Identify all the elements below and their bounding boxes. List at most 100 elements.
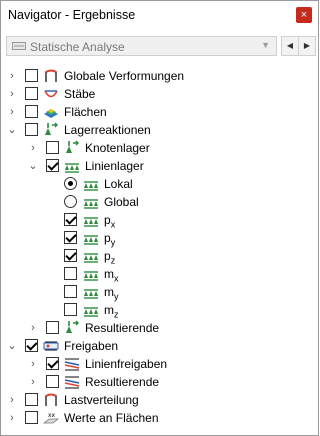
lokal-label: Lokal (104, 177, 133, 191)
expand-chevron-icon[interactable]: › (7, 70, 17, 82)
my-checkbox[interactable] (64, 285, 77, 298)
navigator-window: Navigator - Ergebnisse × Statische Analy… (0, 0, 319, 436)
tree-item-lokal: Lokal (1, 175, 320, 193)
global-radio[interactable] (64, 195, 77, 208)
deformation-icon (45, 69, 57, 82)
tree-item-pz: pz (1, 247, 320, 265)
tree-item-werte-an-flaechen: › xx Werte an Flächen (1, 409, 320, 427)
mx-label: mx (104, 267, 119, 284)
globale-verformungen-label: Globale Verformungen (64, 69, 185, 83)
expand-chevron-icon[interactable]: › (28, 358, 38, 370)
tree-item-lagerreaktionen: ⌄ Lagerreaktionen (1, 121, 320, 139)
line-support-icon (84, 253, 98, 263)
globale-verformungen-checkbox[interactable] (25, 69, 38, 82)
tree-item-resultierende-lager: › Resultierende (1, 319, 320, 337)
lagerreaktionen-label: Lagerreaktionen (64, 123, 151, 137)
expand-chevron-icon[interactable]: › (7, 412, 17, 424)
px-checkbox[interactable] (64, 213, 77, 226)
resultant-release-icon (64, 376, 80, 389)
line-support-icon (84, 307, 98, 317)
next-button[interactable]: ▶ (298, 36, 316, 56)
freigaben-checkbox[interactable] (25, 339, 38, 352)
load-distribution-icon (45, 393, 57, 406)
svg-text:xx: xx (48, 412, 56, 419)
knotenlager-label: Knotenlager (85, 141, 150, 155)
expand-chevron-icon[interactable]: › (28, 322, 38, 334)
tree-item-freigaben: ⌄ Freigaben (1, 337, 320, 355)
release-icon (43, 341, 59, 351)
analysis-type-dropdown[interactable]: Statische Analyse ▼ (6, 36, 277, 56)
resultierende-lager-checkbox[interactable] (46, 321, 59, 334)
tree-item-staebe: › Stäbe (1, 85, 320, 103)
werte-an-flaechen-checkbox[interactable] (25, 411, 38, 424)
tree-item-resultierende-freigaben: › Resultierende (1, 373, 320, 391)
tree-item-px: px (1, 211, 320, 229)
linienfreigaben-checkbox[interactable] (46, 357, 59, 370)
mz-checkbox[interactable] (64, 303, 77, 316)
tree-item-linienfreigaben: › Linienfreigaben (1, 355, 320, 373)
tree-item-global: Global (1, 193, 320, 211)
expand-chevron-icon[interactable]: › (7, 394, 17, 406)
expand-chevron-icon[interactable]: › (7, 106, 17, 118)
collapse-chevron-icon[interactable]: ⌄ (7, 124, 17, 136)
support-reaction-icon (45, 122, 58, 135)
tree-item-py: py (1, 229, 320, 247)
line-support-icon (84, 271, 98, 281)
nodal-support-icon (66, 140, 79, 153)
window-title: Navigator - Ergebnisse (8, 8, 136, 22)
member-icon (44, 90, 58, 98)
expand-chevron-icon[interactable]: › (28, 376, 38, 388)
linienlager-label: Linienlager (85, 159, 144, 173)
expand-chevron-icon[interactable]: › (7, 88, 17, 100)
expand-chevron-icon[interactable]: › (28, 142, 38, 154)
lastverteilung-label: Lastverteilung (64, 393, 139, 407)
werte-an-flaechen-label: Werte an Flächen (64, 411, 159, 425)
linienfreigaben-label: Linienfreigaben (85, 357, 168, 371)
chevron-down-icon[interactable]: ▼ (261, 40, 270, 50)
tree-item-my: my (1, 283, 320, 301)
global-label: Global (104, 195, 139, 209)
pz-label: pz (104, 249, 116, 266)
tree-item-globale-verformungen: › Globale Verformungen (1, 67, 320, 85)
py-checkbox[interactable] (64, 231, 77, 244)
close-button[interactable]: × (296, 7, 312, 23)
tree-item-mx: mx (1, 265, 320, 283)
flaechen-checkbox[interactable] (25, 105, 38, 118)
tree-item-mz: mz (1, 301, 320, 319)
resultierende-lager-label: Resultierende (85, 321, 160, 335)
surface-values-icon: xx (43, 412, 59, 424)
line-support-icon (65, 163, 79, 173)
tree-item-flaechen: › Flächen (1, 103, 320, 121)
tree-item-linienlager: ⌄ Linienlager (1, 157, 320, 175)
staebe-checkbox[interactable] (25, 87, 38, 100)
line-support-icon (84, 235, 98, 245)
mz-label: mz (104, 303, 119, 320)
lastverteilung-checkbox[interactable] (25, 393, 38, 406)
linienlager-checkbox[interactable] (46, 159, 59, 172)
title-bar: Navigator - Ergebnisse × (1, 1, 318, 29)
resultant-reaction-icon (66, 320, 79, 333)
collapse-chevron-icon[interactable]: ⌄ (28, 160, 38, 172)
my-label: my (104, 285, 119, 302)
resultierende-freigaben-label: Resultierende (85, 375, 160, 389)
lagerreaktionen-checkbox[interactable] (25, 123, 38, 136)
tree-item-lastverteilung: › Lastverteilung (1, 391, 320, 409)
line-support-icon (84, 289, 98, 299)
pz-checkbox[interactable] (64, 249, 77, 262)
resultierende-freigaben-checkbox[interactable] (46, 375, 59, 388)
line-release-icon (64, 358, 80, 371)
analysis-type-value: Statische Analyse (30, 40, 125, 54)
tree-item-knotenlager: › Knotenlager (1, 139, 320, 157)
previous-button[interactable]: ◀ (281, 36, 299, 56)
line-support-icon (84, 217, 98, 227)
flaechen-label: Flächen (64, 105, 107, 119)
line-support-icon (84, 181, 98, 191)
line-support-icon (84, 199, 98, 209)
lokal-radio[interactable] (64, 177, 77, 190)
px-label: px (104, 213, 116, 230)
surface-icon (44, 109, 58, 118)
collapse-chevron-icon[interactable]: ⌄ (7, 340, 17, 352)
static-analysis-icon (12, 42, 26, 50)
knotenlager-checkbox[interactable] (46, 141, 59, 154)
mx-checkbox[interactable] (64, 267, 77, 280)
